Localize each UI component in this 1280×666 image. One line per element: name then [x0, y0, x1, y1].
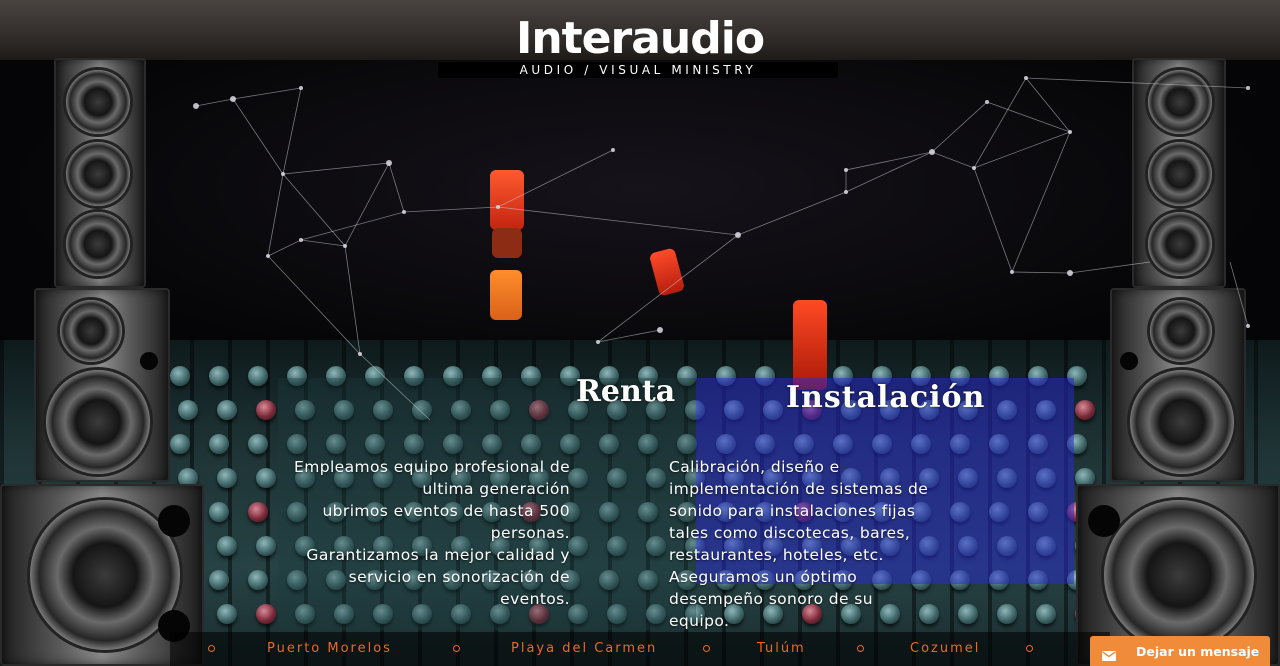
bullet-icon — [857, 645, 864, 652]
bullet-icon — [453, 645, 460, 652]
location-link-playa-del-carmen[interactable]: Playa del Carmen — [511, 640, 657, 658]
instalacion-line: tales como discotecas, bares, — [669, 524, 911, 542]
instalacion-title: Instalación — [786, 380, 986, 415]
instalacion-line: sonido para instalaciones fijas — [669, 502, 916, 520]
renta-line: servicio en sonorización de — [348, 568, 570, 586]
tagline: AUDIO / VISUAL MINISTRY — [519, 63, 757, 77]
leave-message-button[interactable]: Dejar un mensaje — [1090, 636, 1270, 666]
bullet-icon — [208, 645, 215, 652]
instalacion-description: Calibración, diseño e implementación de … — [669, 456, 949, 632]
location-link-cozumel[interactable]: Cozumel — [910, 640, 980, 658]
instalacion-line: Calibración, diseño e — [669, 458, 840, 476]
instalacion-line: desempeño sonoro de su — [669, 590, 874, 608]
interaudio-logo[interactable]: Interaudio — [480, 14, 800, 64]
renta-line: Empleamos equipo profesional de — [294, 458, 570, 476]
renta-line: personas. — [490, 524, 570, 542]
renta-line: ubrimos eventos de hasta 500 — [322, 502, 570, 520]
hero-background — [0, 0, 1280, 666]
bullet-icon — [1026, 645, 1033, 652]
location-link-tulum[interactable]: Tulúm — [757, 640, 806, 658]
renta-line: eventos. — [500, 590, 570, 608]
renta-description: Empleamos equipo profesional de ultima g… — [270, 456, 570, 610]
leave-message-label: Dejar un mensaje — [1136, 643, 1260, 659]
instalacion-line: Aseguramos un óptimo — [669, 568, 858, 586]
renta-line: ultima generación — [422, 480, 570, 498]
envelope-icon — [1102, 646, 1116, 661]
instalacion-line: implementación de sistemas de — [669, 480, 929, 498]
instalacion-line: equipo. — [669, 612, 730, 630]
renta-title: Renta — [576, 374, 676, 409]
instalacion-line: restaurantes, hoteles, etc. — [669, 546, 884, 564]
renta-line: Garantizamos la mejor calidad y — [306, 546, 570, 564]
bullet-icon — [703, 645, 710, 652]
location-link-puerto-morelos[interactable]: Puerto Morelos — [267, 640, 392, 658]
constellation-network-decor — [193, 76, 1250, 421]
